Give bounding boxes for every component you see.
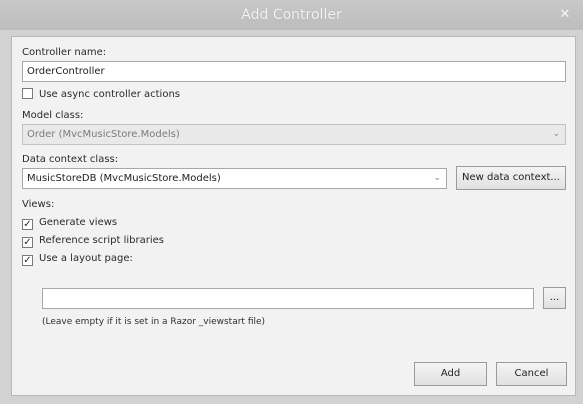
add-button[interactable]: Add	[414, 362, 487, 386]
use-layout-row[interactable]: ✓ Use a layout page:	[22, 251, 133, 267]
data-context-label: Data context class:	[22, 154, 119, 165]
async-actions-row[interactable]: Use async controller actions	[22, 87, 180, 103]
layout-hint-text: (Leave empty if it is set in a Razor _vi…	[42, 317, 266, 327]
data-context-select[interactable]: MusicStoreDB (MvcMusicStore.Models) ⌄	[22, 168, 447, 189]
controller-name-input[interactable]: OrderController	[22, 61, 566, 82]
generate-views-checkbox[interactable]: ✓	[22, 219, 33, 230]
model-class-value: Order (MvcMusicStore.Models)	[27, 129, 180, 140]
use-layout-label: Use a layout page:	[39, 253, 133, 264]
model-class-select[interactable]: Order (MvcMusicStore.Models) ⌄	[22, 124, 566, 145]
controller-name-label: Controller name:	[22, 47, 107, 58]
title-bar: Add Controller ✕	[0, 0, 583, 30]
chevron-down-icon: ⌄	[433, 173, 441, 183]
cancel-button[interactable]: Cancel	[496, 362, 567, 386]
reference-scripts-checkbox[interactable]: ✓	[22, 237, 33, 248]
new-data-context-button[interactable]: New data context...	[456, 166, 566, 190]
reference-scripts-label: Reference script libraries	[39, 235, 164, 246]
generate-views-row[interactable]: ✓ Generate views	[22, 215, 117, 231]
browse-button[interactable]: ...	[543, 287, 566, 309]
async-actions-checkbox[interactable]	[22, 88, 33, 99]
views-label: Views:	[22, 199, 55, 210]
add-controller-dialog: Add Controller ✕ Controller name: OrderC…	[0, 0, 583, 404]
async-actions-label: Use async controller actions	[39, 89, 181, 100]
close-icon[interactable]: ✕	[555, 5, 575, 25]
use-layout-checkbox[interactable]: ✓	[22, 255, 33, 266]
generate-views-label: Generate views	[39, 217, 118, 228]
layout-path-input[interactable]	[42, 288, 534, 309]
dialog-title: Add Controller	[241, 7, 342, 23]
data-context-value: MusicStoreDB (MvcMusicStore.Models)	[27, 173, 221, 184]
dialog-content: Controller name: OrderController Use asy…	[11, 36, 576, 396]
model-class-label: Model class:	[22, 110, 84, 121]
chevron-down-icon: ⌄	[552, 129, 560, 139]
reference-scripts-row[interactable]: ✓ Reference script libraries	[22, 233, 164, 249]
